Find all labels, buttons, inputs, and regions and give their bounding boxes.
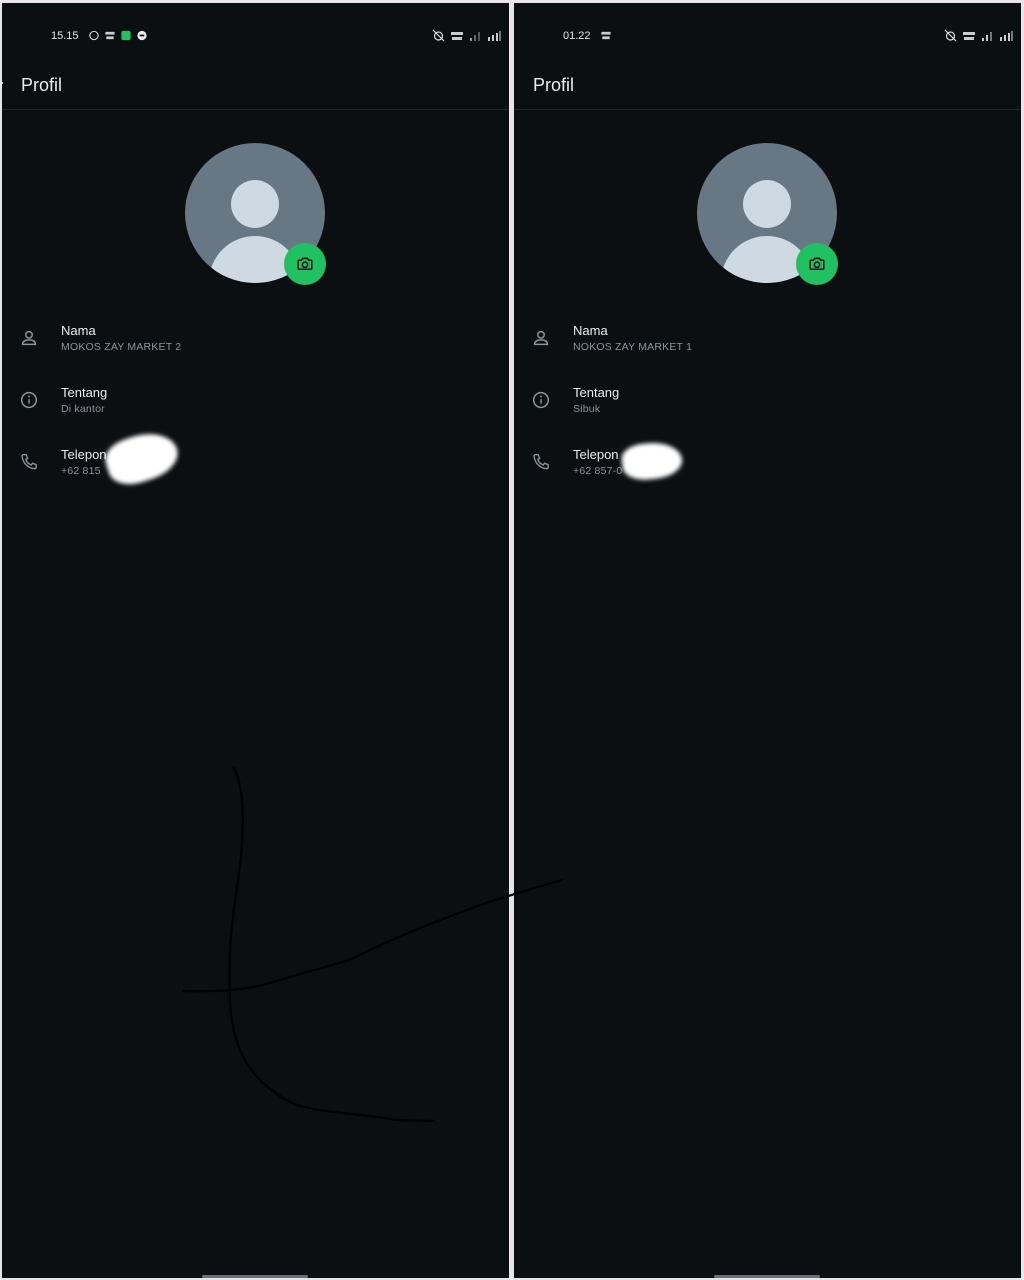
name-label: Nama <box>573 323 608 338</box>
data-speed-icon <box>601 31 611 40</box>
data-speed-icon <box>451 31 463 40</box>
phone-label: Telepon <box>61 447 107 462</box>
signal-4g-icon <box>1000 30 1013 41</box>
chat-bubble-icon <box>137 30 147 41</box>
camera-icon <box>809 257 825 270</box>
message-icon <box>121 30 131 41</box>
person-icon <box>533 330 549 346</box>
name-row[interactable]: Nama NOKOS ZAY MARKET 1 <box>514 319 1021 369</box>
about-value: Sibuk <box>573 403 601 415</box>
phone-value: +62 815 <box>61 465 101 477</box>
page-title: Profil <box>533 75 575 95</box>
profile-photo-section <box>185 143 327 285</box>
signal-icon <box>982 31 992 41</box>
notification-icons <box>88 30 148 41</box>
alarm-off-icon <box>432 29 445 42</box>
system-status-icons <box>944 29 1013 42</box>
status-time: 01.22 <box>563 30 591 42</box>
status-time: 15.15 <box>51 30 79 42</box>
system-status-icons <box>432 29 501 42</box>
phone-row[interactable]: Telepon +62 815 <box>2 443 509 493</box>
phone-row[interactable]: Telepon +62 857-0 <box>514 443 1021 493</box>
notification-icons <box>600 30 612 41</box>
avatar-head <box>743 180 791 228</box>
alarm-off-icon <box>944 29 957 42</box>
name-value: MOKOS ZAY MARKET 2 <box>61 341 182 353</box>
app-bar: Profil <box>2 65 509 110</box>
name-label: Nama <box>61 323 96 338</box>
whatsapp-icon <box>89 30 99 41</box>
home-indicator <box>714 1275 820 1278</box>
avatar-head <box>231 180 279 228</box>
profile-screen-right: 01.22 Profil Nama NOKOS ZAY MARKET 1 Ten… <box>514 3 1021 1278</box>
signal-icon <box>470 31 480 41</box>
info-icon <box>532 391 550 409</box>
profile-photo-section <box>697 143 839 285</box>
phone-icon <box>533 453 549 470</box>
name-value: NOKOS ZAY MARKET 1 <box>573 341 693 353</box>
phone-value: +62 857-0 <box>573 465 623 477</box>
data-speed-icon <box>963 31 975 40</box>
about-row[interactable]: Tentang Di kantor <box>2 381 509 431</box>
home-indicator <box>202 1275 308 1278</box>
data-speed-icon <box>105 31 115 40</box>
about-label: Tentang <box>61 385 108 400</box>
name-row[interactable]: Nama MOKOS ZAY MARKET 2 <box>2 319 509 369</box>
about-label: Tentang <box>573 385 620 400</box>
about-value: Di kantor <box>61 403 105 415</box>
change-photo-button[interactable] <box>796 243 838 285</box>
profile-screen-left: 15.15 Profil Nama MOKOS ZAY MARKET 2 Ten… <box>2 3 509 1278</box>
app-bar: Profil <box>514 65 1021 110</box>
status-bar: 01.22 <box>514 3 1021 73</box>
camera-icon <box>297 257 313 270</box>
phone-icon <box>21 453 37 470</box>
phone-label: Telepon <box>573 447 619 462</box>
info-icon <box>20 391 38 409</box>
page-title: Profil <box>21 75 63 95</box>
signal-4g-icon <box>488 30 501 41</box>
change-photo-button[interactable] <box>284 243 326 285</box>
status-bar: 15.15 <box>2 3 509 73</box>
about-row[interactable]: Tentang Sibuk <box>514 381 1021 431</box>
person-icon <box>21 330 37 346</box>
